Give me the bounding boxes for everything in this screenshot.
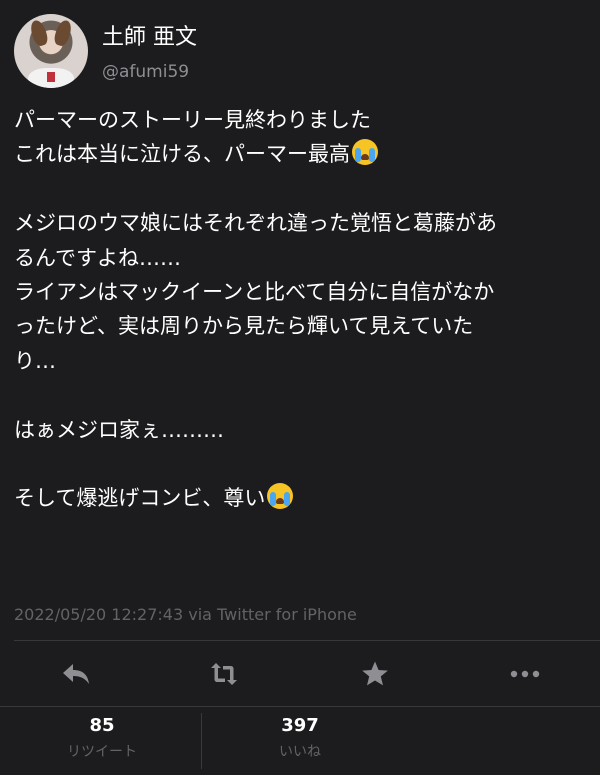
like-stat[interactable]: 397 いいね [200, 707, 400, 775]
avatar-tie [47, 72, 55, 82]
tweet-line: はぁメジロ家ぇ……… [14, 413, 586, 447]
avatar-ear-right [52, 18, 74, 48]
tweet-line-text: はぁメジロ家ぇ……… [14, 417, 224, 442]
tweet-line: り… [14, 344, 586, 378]
tweet-line: ったけど、実は周りから見たら輝いて見えていた [14, 309, 586, 343]
user-avatar[interactable] [14, 14, 88, 88]
like-count: 397 [281, 715, 319, 736]
retweet-stat[interactable]: 85 リツイート [2, 707, 202, 775]
like-button[interactable] [355, 655, 395, 693]
tweet-line-text: そして爆逃げコンビ、尊い [14, 486, 266, 511]
retweet-count: 85 [89, 715, 115, 736]
loudly-crying-face-icon [352, 139, 378, 166]
tweet-line-text: り… [14, 348, 56, 373]
more-options-button[interactable] [505, 655, 545, 693]
tweet-line-text: るんですよね…… [14, 245, 181, 270]
tweet-line: パーマーのストーリー見終わりました [14, 103, 586, 137]
reply-icon [63, 664, 89, 684]
retweet-icon [211, 663, 237, 685]
more-options-icon [510, 670, 540, 678]
tweet-line [14, 378, 586, 412]
display-name[interactable]: 土師 亜文 [102, 23, 197, 53]
tweet-line: ライアンはマックイーンと比べて自分に自信がなか [14, 275, 586, 309]
user-handle[interactable]: @afumi59 [102, 61, 189, 83]
tweet-line-text: ったけど、実は周りから見たら輝いて見えていた [14, 314, 474, 339]
tweet-line-text: ライアンはマックイーンと比べて自分に自信がなか [14, 279, 495, 304]
tweet-line-text: メジロのウマ娘にはそれぞれ違った覚悟と葛藤があ [14, 211, 497, 236]
tweet-line [14, 447, 586, 481]
retweet-button[interactable] [204, 655, 244, 693]
action-bar [0, 641, 600, 706]
tweet-line: これは本当に泣ける、パーマー最高 [14, 137, 586, 171]
tweet-line: るんですよね…… [14, 241, 586, 275]
tweet-line: メジロのウマ娘にはそれぞれ違った覚悟と葛藤があ [14, 206, 586, 240]
tweet-line [14, 172, 586, 206]
reply-button[interactable] [56, 655, 96, 693]
like-label: いいね [279, 744, 321, 760]
tweet-line-text: これは本当に泣ける、パーマー最高 [14, 142, 350, 167]
tweet-stats: 85 リツイート 397 いいね [0, 707, 600, 775]
tweet-text: パーマーのストーリー見終わりました これは本当に泣ける、パーマー最高メジロのウマ娘… [14, 103, 586, 516]
tweet-header: 土師 亜文 @afumi59 [14, 14, 586, 90]
loudly-crying-face-icon [267, 483, 294, 510]
avatar-ear-left [28, 18, 50, 48]
like-star-icon [362, 661, 388, 686]
retweet-label: リツイート [67, 744, 137, 760]
tweet-line-text: パーマーのストーリー見終わりました [14, 108, 371, 132]
tweet-line: そして爆逃げコンビ、尊い [14, 481, 586, 515]
tweet-timestamp: 2022/05/20 12:27:43 via Twitter for iPho… [14, 605, 357, 624]
